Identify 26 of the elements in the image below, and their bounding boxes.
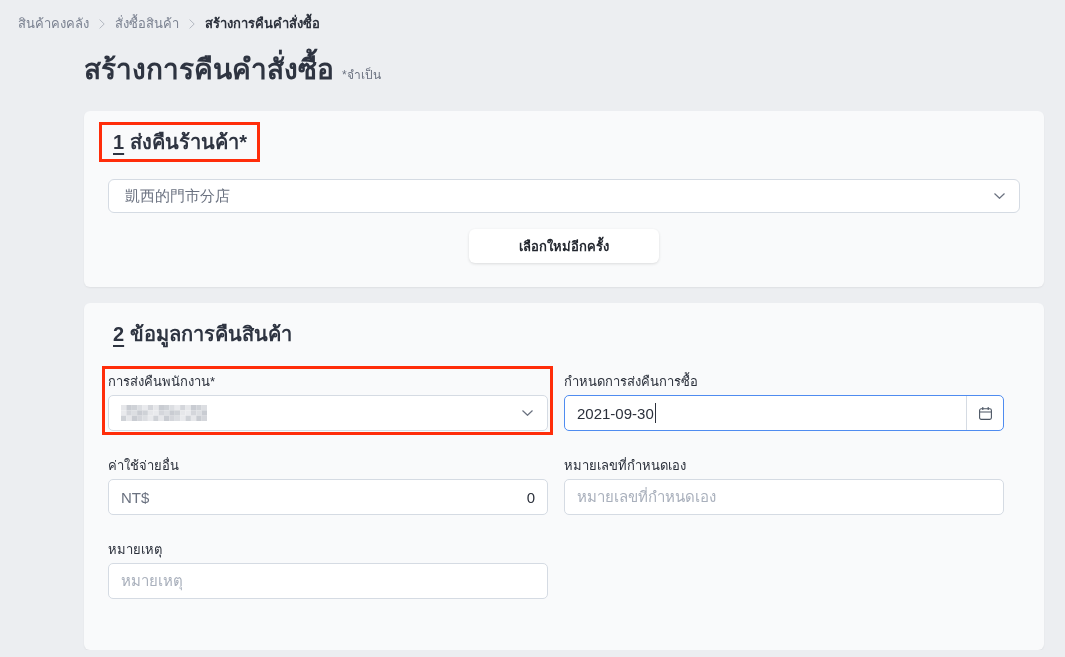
field-label: หมายเลขที่กำหนดเอง — [564, 457, 687, 475]
chevron-right-icon — [99, 19, 105, 29]
section-title: ส่งคืนร้านค้า* — [130, 130, 247, 155]
field-label: กำหนดการส่งคืนการซื้อ — [564, 373, 699, 391]
section-title: ข้อมูลการคืนสินค้า — [130, 321, 293, 347]
required-note: *จำเป็น — [342, 66, 381, 84]
field-label: การส่งคืนพนักงาน* — [108, 373, 217, 391]
page-title: สร้างการคืนคำสั่งซื้อ — [84, 48, 334, 92]
field-label: หมายเหตุ — [108, 541, 163, 559]
chevron-right-icon — [189, 19, 195, 29]
step-number: 1 — [113, 130, 125, 155]
breadcrumb-link[interactable]: สั่งซื้อสินค้า — [115, 15, 179, 33]
reselect-button[interactable]: เลือกใหม่อีกครั้ง — [469, 229, 659, 263]
date-input[interactable]: 2021-09-30 — [564, 395, 1004, 431]
chevron-down-icon — [994, 193, 1005, 199]
currency-prefix: NT$ — [121, 488, 150, 506]
store-select[interactable]: 凱西的門市分店 — [108, 179, 1020, 213]
breadcrumb-current: สร้างการคืนคำสั่งซื้อ — [205, 15, 320, 33]
calendar-icon[interactable] — [978, 406, 992, 420]
step-number: 2 — [113, 322, 125, 347]
field-label: ค่าใช้จ่ายอื่น — [108, 457, 180, 475]
chevron-down-icon — [522, 410, 533, 416]
breadcrumb-link[interactable]: สินค้าคงคลัง — [18, 15, 89, 33]
select-field[interactable] — [108, 395, 548, 431]
amount-input[interactable]: NT$ 0 — [108, 479, 548, 515]
text-cursor — [654, 403, 656, 423]
